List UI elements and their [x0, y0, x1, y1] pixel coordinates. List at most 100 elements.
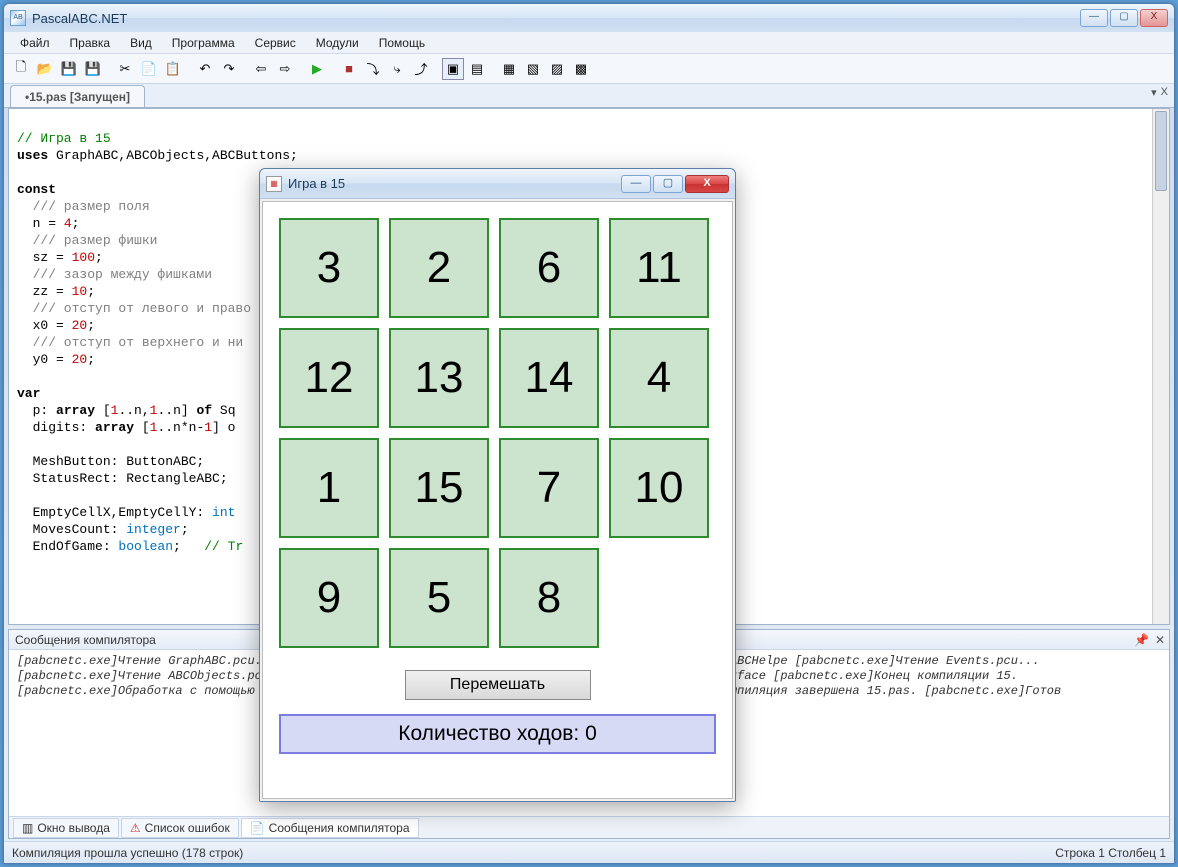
tile-1[interactable]: 1: [279, 438, 379, 538]
tile-2[interactable]: 2: [389, 218, 489, 318]
code-type: int: [212, 505, 235, 520]
menu-modules[interactable]: Модули: [308, 34, 367, 52]
tab-errors[interactable]: ⚠Список ошибок: [121, 818, 239, 838]
code-comment: /// отступ от левого и право: [17, 301, 251, 316]
code-text: GraphABC,ABCObjects,ABCButtons;: [48, 148, 298, 163]
tile-15[interactable]: 15: [389, 438, 489, 538]
ide-titlebar[interactable]: AB PascalABC.NET — ▢ X: [4, 4, 1174, 32]
open-file-icon[interactable]: 📂: [34, 58, 56, 80]
editor-scrollbar[interactable]: [1152, 109, 1169, 624]
tile-14[interactable]: 14: [499, 328, 599, 428]
code-keyword: const: [17, 182, 56, 197]
panel-close-icon[interactable]: ✕: [1155, 633, 1165, 647]
game-minimize-button[interactable]: —: [621, 175, 651, 193]
menu-service[interactable]: Сервис: [247, 34, 304, 52]
bottom-tabs: ▥Окно вывода ⚠Список ошибок 📄Сообщения к…: [9, 816, 1169, 838]
code-text: sz =: [17, 250, 72, 265]
maximize-button[interactable]: ▢: [1110, 9, 1138, 27]
code-num: 100: [72, 250, 95, 265]
code-num: 10: [72, 284, 88, 299]
minimize-button[interactable]: —: [1080, 9, 1108, 27]
game-titlebar[interactable]: ▦ Игра в 15 — ▢ X: [260, 169, 735, 199]
tab-close-icon[interactable]: X: [1161, 86, 1168, 99]
menu-program[interactable]: Программа: [164, 34, 243, 52]
menu-file[interactable]: Файл: [12, 34, 58, 52]
tab-label: Список ошибок: [145, 821, 230, 835]
tile-10[interactable]: 10: [609, 438, 709, 538]
tile-3[interactable]: 3: [279, 218, 379, 318]
code-num: 1: [204, 420, 212, 435]
format3-icon[interactable]: ▨: [546, 58, 568, 80]
empty-tile: [609, 548, 709, 648]
shuffle-button[interactable]: Перемешать: [405, 670, 591, 700]
step-out-icon[interactable]: ⤴: [410, 58, 432, 80]
tile-8[interactable]: 8: [499, 548, 599, 648]
format4-icon[interactable]: ▩: [570, 58, 592, 80]
format1-icon[interactable]: ▦: [498, 58, 520, 80]
code-keyword: of: [197, 403, 213, 418]
window-controls: — ▢ X: [1080, 9, 1168, 27]
code-text: ;: [87, 352, 95, 367]
code-text: n =: [17, 216, 64, 231]
code-text: ] o: [212, 420, 235, 435]
format2-icon[interactable]: ▧: [522, 58, 544, 80]
code-text: digits:: [17, 420, 95, 435]
tab-dropdown-icon[interactable]: ▾: [1151, 86, 1157, 99]
cut-icon[interactable]: ✂: [114, 58, 136, 80]
paste-icon[interactable]: 📋: [162, 58, 184, 80]
run-icon[interactable]: ▶: [306, 58, 328, 80]
tile-4[interactable]: 4: [609, 328, 709, 428]
tile-9[interactable]: 9: [279, 548, 379, 648]
tile-6[interactable]: 6: [499, 218, 599, 318]
code-comment: /// размер фишки: [17, 233, 157, 248]
save-all-icon[interactable]: 💾: [82, 58, 104, 80]
menu-edit[interactable]: Правка: [62, 34, 119, 52]
code-type: integer: [126, 522, 181, 537]
file-tab[interactable]: •15.pas [Запущен]: [10, 85, 145, 107]
tab-compiler[interactable]: 📄Сообщения компилятора: [241, 818, 419, 838]
tile-7[interactable]: 7: [499, 438, 599, 538]
pin-icon[interactable]: 📌: [1134, 633, 1149, 647]
game-board: 32611 1213144 115710 958: [279, 218, 716, 648]
code-text: zz =: [17, 284, 72, 299]
toggle-panel-icon[interactable]: ▣: [442, 58, 464, 80]
nav-back-icon[interactable]: ⇦: [250, 58, 272, 80]
compiler-panel-title: Сообщения компилятора: [15, 633, 156, 647]
tile-11[interactable]: 11: [609, 218, 709, 318]
tab-label: Окно вывода: [37, 821, 110, 835]
close-button[interactable]: X: [1140, 9, 1168, 27]
code-comment: // Tr: [204, 539, 243, 554]
menu-view[interactable]: Вид: [122, 34, 160, 52]
app-title: PascalABC.NET: [32, 11, 127, 26]
stop-icon[interactable]: ■: [338, 58, 360, 80]
redo-icon[interactable]: ↷: [218, 58, 240, 80]
tile-13[interactable]: 13: [389, 328, 489, 428]
code-num: 20: [72, 318, 88, 333]
code-text: EndOfGame:: [17, 539, 118, 554]
game-window-controls: — ▢ X: [621, 175, 729, 193]
undo-icon[interactable]: ↶: [194, 58, 216, 80]
nav-forward-icon[interactable]: ⇨: [274, 58, 296, 80]
code-comment: /// размер поля: [17, 199, 150, 214]
new-file-icon[interactable]: 🗋: [10, 58, 32, 80]
game-maximize-button[interactable]: ▢: [653, 175, 683, 193]
step-over-icon[interactable]: ⤵: [362, 58, 384, 80]
step-into-icon[interactable]: ⤷: [386, 58, 408, 80]
code-line: // Игра в 15: [17, 131, 111, 146]
game-app-icon: ▦: [266, 176, 282, 192]
save-icon[interactable]: 💾: [58, 58, 80, 80]
code-text: ;: [72, 216, 80, 231]
menu-help[interactable]: Помощь: [371, 34, 433, 52]
compiler-icon: 📄: [250, 821, 265, 835]
game-close-button[interactable]: X: [685, 175, 729, 193]
copy-icon[interactable]: 📄: [138, 58, 160, 80]
tile-12[interactable]: 12: [279, 328, 379, 428]
game-window[interactable]: ▦ Игра в 15 — ▢ X 326111213144115710958 …: [259, 168, 736, 802]
code-text: MovesCount:: [17, 522, 126, 537]
tab-output[interactable]: ▥Окно вывода: [13, 818, 119, 838]
tile-5[interactable]: 5: [389, 548, 489, 648]
code-text: ..n]: [157, 403, 196, 418]
code-text: ;: [173, 539, 204, 554]
code-keyword: uses: [17, 148, 48, 163]
panel2-icon[interactable]: ▤: [466, 58, 488, 80]
